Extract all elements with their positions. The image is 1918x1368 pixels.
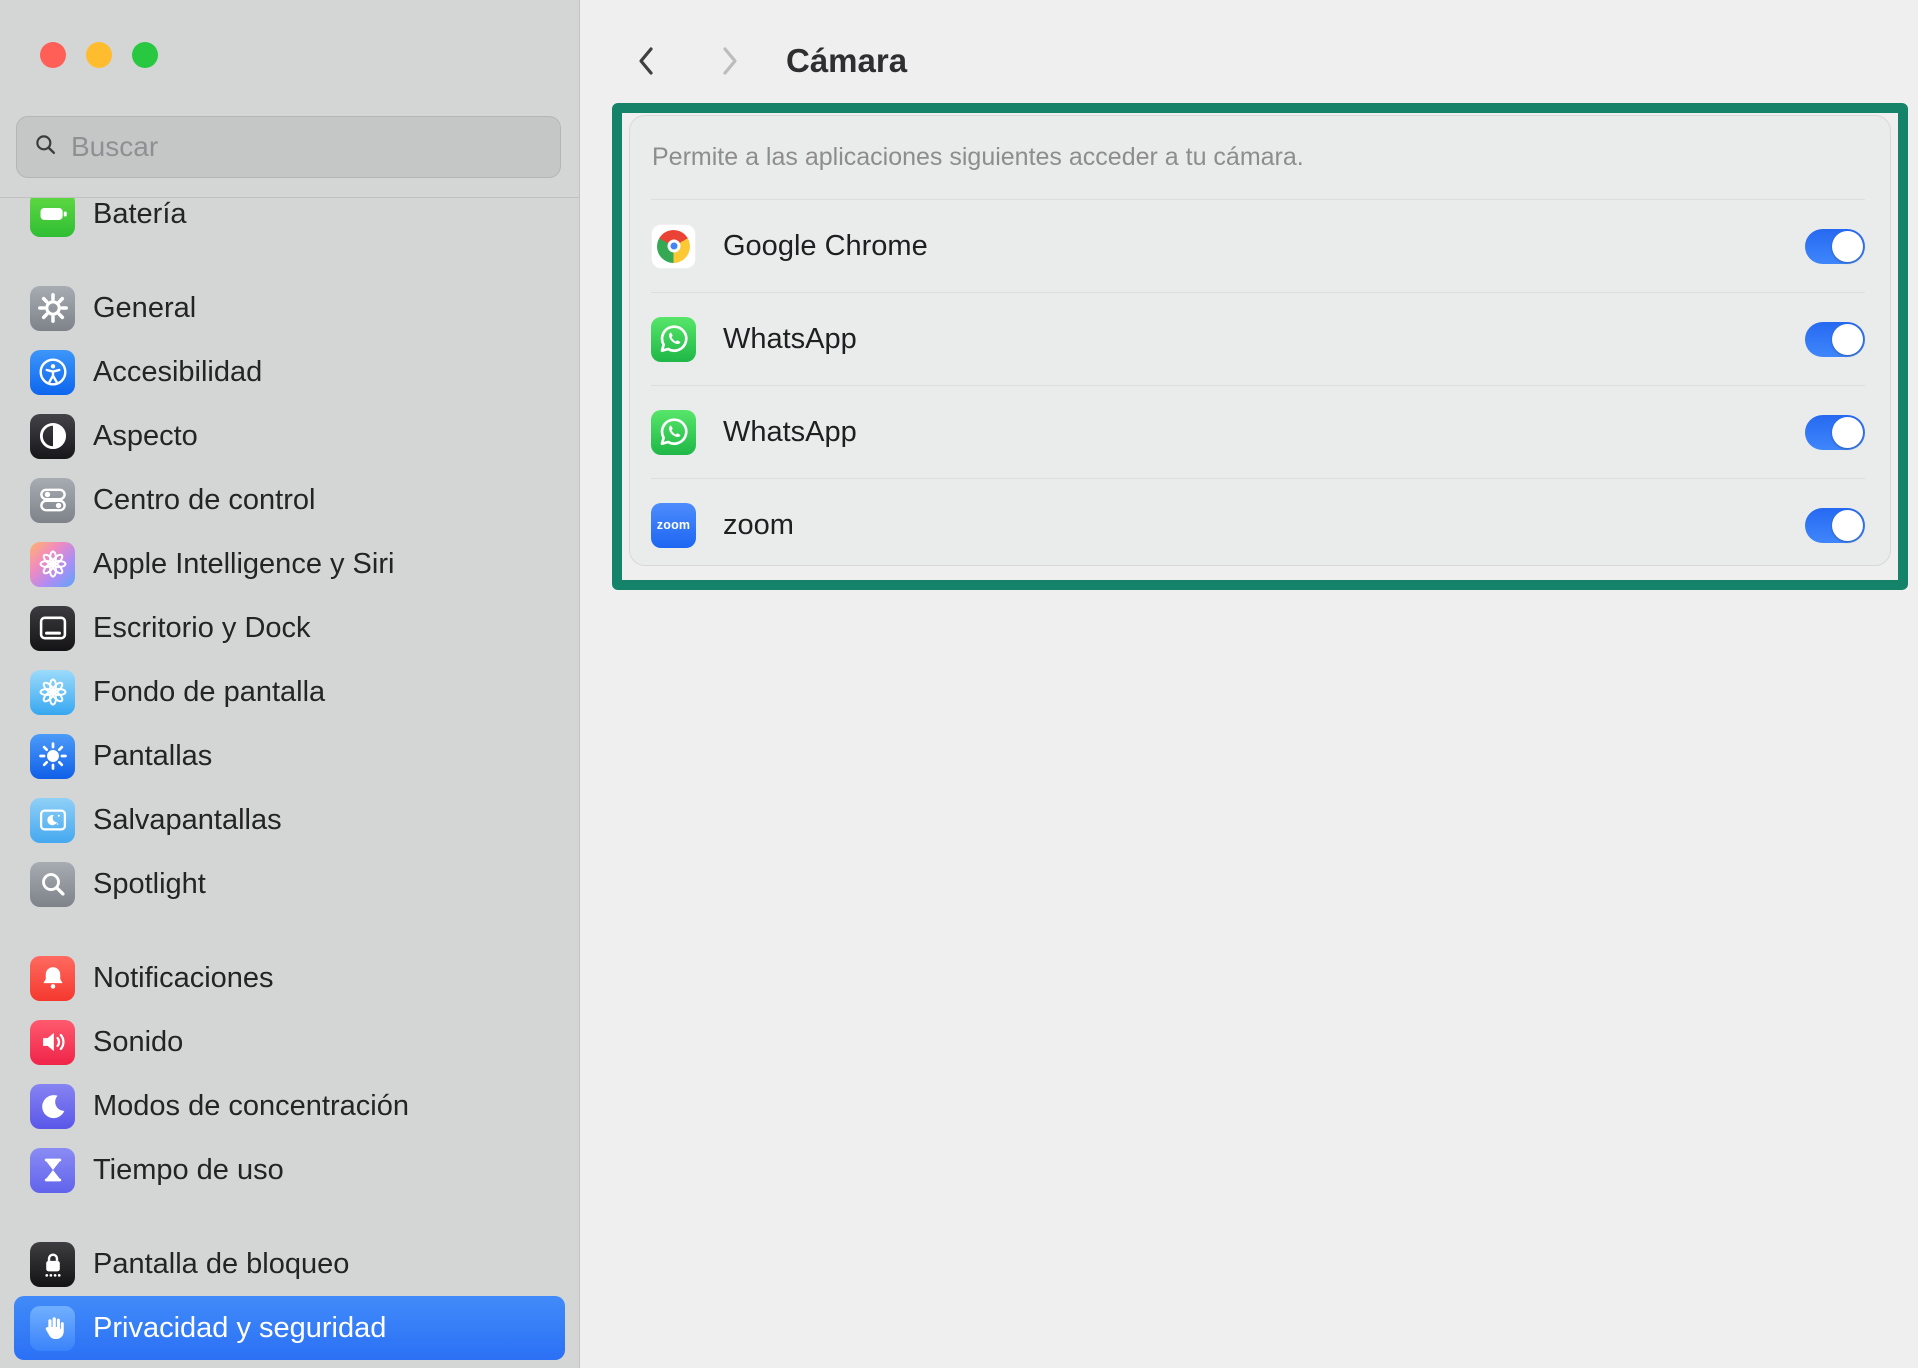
ai-flower-icon [30,542,75,587]
camera-toggle[interactable] [1805,229,1865,264]
flower-icon [30,670,75,715]
app-name: zoom [723,509,794,542]
control-center-icon [30,478,75,523]
sidebar: Buscar Batería General Accesibilidad Aspect… [0,0,580,1368]
app-name: WhatsApp [723,416,857,449]
sidebar-item-pantallas[interactable]: Pantallas [14,724,565,788]
sidebar-item-fondo-de-pantalla[interactable]: Fondo de pantalla [14,660,565,724]
sidebar-item-apple-intelligence-siri[interactable]: Apple Intelligence y Siri [14,532,565,596]
sidebar-item-tiempo-de-uso[interactable]: Tiempo de uso [14,1138,565,1202]
sidebar-item-label: Tiempo de uso [93,1154,284,1187]
window-controls [40,42,158,68]
sidebar-item-aspecto[interactable]: Aspecto [14,404,565,468]
annotation-rectangle: Permite a las aplicaciones siguientes ac… [612,103,1908,590]
magnifier-icon [30,862,75,907]
sidebar-item-pantalla-de-bloqueo[interactable]: Pantalla de bloqueo [14,1232,565,1296]
sidebar-item-escritorio-y-dock[interactable]: Escritorio y Dock [14,596,565,660]
screensaver-icon [30,798,75,843]
whatsapp-icon [651,410,696,455]
sidebar-item-accesibilidad[interactable]: Accesibilidad [14,340,565,404]
app-row: WhatsApp [651,292,1865,385]
sidebar-item-label: Salvapantallas [93,804,282,837]
sidebar-item-label: Fondo de pantalla [93,676,325,709]
sidebar-item-label: Centro de control [93,484,315,517]
sidebar-item-centro-de-control[interactable]: Centro de control [14,468,565,532]
search-placeholder: Buscar [71,131,158,163]
sidebar-item-label: Sonido [93,1026,183,1059]
camera-toggle[interactable] [1805,415,1865,450]
app-row: Google Chrome [651,199,1865,292]
sidebar-item-notificaciones[interactable]: Notificaciones [14,946,565,1010]
minimize-button[interactable] [86,42,112,68]
speaker-icon [30,1020,75,1065]
app-name: WhatsApp [723,323,857,356]
sidebar-group: General Accesibilidad Aspecto Centro de con… [14,276,565,916]
accessibility-icon [30,350,75,395]
sidebar-item-label: Accesibilidad [93,356,262,389]
sidebar-item-modos-de-concentracion[interactable]: Modos de concentración [14,1074,565,1138]
sidebar-item-label: Pantallas [93,740,212,773]
hourglass-icon [30,1148,75,1193]
search-icon [33,132,58,162]
sidebar-group: Batería [14,197,565,246]
battery-icon [30,197,75,237]
app-row: WhatsApp [651,385,1865,478]
back-button[interactable] [633,43,659,79]
chevron-left-icon [635,45,657,77]
sidebar-item-label: Apple Intelligence y Siri [93,548,394,581]
google-chrome-icon [651,224,696,269]
sidebar-item-salvapantallas[interactable]: Salvapantallas [14,788,565,852]
sidebar-item-sonido[interactable]: Sonido [14,1010,565,1074]
moon-icon [30,1084,75,1129]
sidebar-list: Batería General Accesibilidad Aspecto Centro… [0,197,579,1368]
sidebar-group: Notificaciones Sonido Modos de concentraci… [14,946,565,1202]
camera-toggle[interactable] [1805,322,1865,357]
page-title: Cámara [786,42,907,80]
sidebar-item-label: Spotlight [93,868,206,901]
sidebar-item-bateria[interactable]: Batería [14,197,565,246]
lock-icon [30,1242,75,1287]
camera-permissions-card: Permite a las aplicaciones siguientes ac… [629,115,1891,566]
sidebar-item-label: Aspecto [93,420,198,453]
sidebar-item-general[interactable]: General [14,276,565,340]
contrast-icon [30,414,75,459]
close-button[interactable] [40,42,66,68]
sun-icon [30,734,75,779]
sidebar-group: Pantalla de bloqueo Privacidad y segurida… [14,1232,565,1360]
bell-icon [30,956,75,1001]
navigation-header: Cámara [633,38,907,84]
chevron-right-icon [719,45,741,77]
app-permission-list: Google Chrome WhatsApp WhatsApp zoom zoom [651,199,1865,566]
camera-permissions-description: Permite a las aplicaciones siguientes ac… [630,116,1890,199]
zoom-app-icon: zoom [651,503,696,548]
gear-icon [30,286,75,331]
window-dock-icon [30,606,75,651]
sidebar-item-spotlight[interactable]: Spotlight [14,852,565,916]
main-panel: Cámara Permite a las aplicaciones siguie… [581,0,1918,1368]
forward-button[interactable] [717,43,743,79]
sidebar-item-label: Privacidad y seguridad [93,1312,386,1345]
sidebar-item-label: Pantalla de bloqueo [93,1248,349,1281]
sidebar-item-privacidad-y-seguridad[interactable]: Privacidad y seguridad [14,1296,565,1360]
sidebar-item-label: Escritorio y Dock [93,612,311,645]
app-name: Google Chrome [723,230,928,263]
sidebar-item-label: General [93,292,196,325]
sidebar-item-label: Modos de concentración [93,1090,409,1123]
search-input[interactable]: Buscar [16,116,561,178]
sidebar-item-label: Batería [93,198,187,231]
zoom-button[interactable] [132,42,158,68]
whatsapp-icon [651,317,696,362]
system-settings-window: Buscar Batería General Accesibilidad Aspect… [0,0,1918,1368]
hand-icon [30,1306,75,1351]
camera-toggle[interactable] [1805,508,1865,543]
app-row: zoom zoom [651,478,1865,566]
sidebar-item-label: Notificaciones [93,962,274,995]
